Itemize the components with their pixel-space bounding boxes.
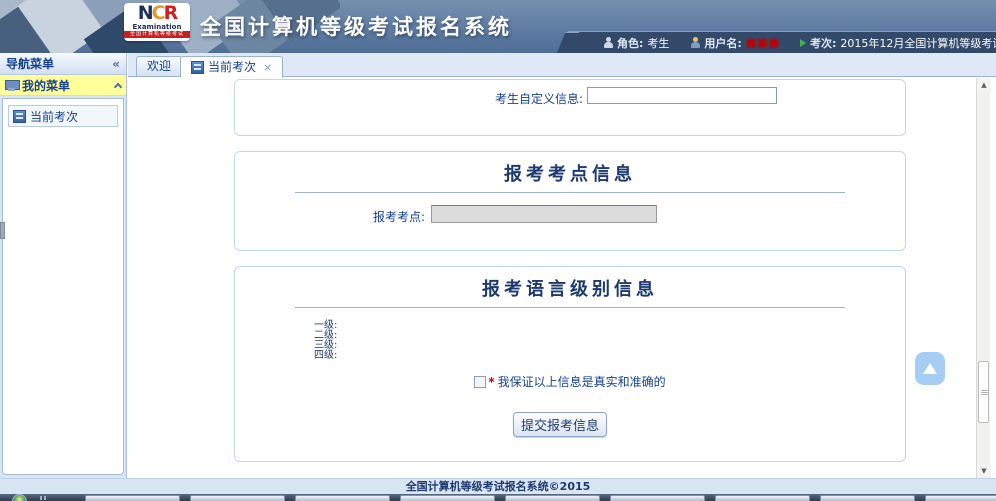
agreement-row: * 我保证以上信息是真实和准确的 [235, 373, 905, 390]
up-triangle-icon [923, 363, 937, 374]
quick-launch-icons[interactable] [40, 496, 48, 500]
sidebar-item-current-exam[interactable]: 当前考次 [8, 105, 118, 127]
role-person-icon [604, 37, 613, 48]
session-label: 考次: [810, 35, 836, 51]
exam-session-group: 考次: 2015年12月全国计算机等级考试 [800, 35, 996, 51]
scroll-down-arrow[interactable]: ▼ [977, 464, 991, 478]
taskbar-button[interactable] [400, 495, 495, 501]
monitor-icon [5, 80, 18, 91]
ncre-logo: NCR Examination 全国计算机等级考试 [124, 3, 190, 41]
section-divider [295, 192, 845, 193]
sidebar-panel: 当前考次 [2, 98, 124, 475]
section-language-levels: 报考语言级别信息 一级: 二级: 三级: 四级: * 我保证以上信息是真实和准确的… [234, 266, 906, 462]
submit-registration-button[interactable]: 提交报考信息 [513, 412, 607, 437]
language-levels-title: 报考语言级别信息 [235, 275, 905, 301]
taskbar-button[interactable] [85, 495, 180, 501]
windows-taskbar [0, 494, 996, 501]
tab-current-label: 当前考次 [208, 58, 256, 77]
calendar-doc-icon [13, 110, 26, 123]
start-orb-icon[interactable] [12, 494, 27, 501]
logo-ncr-text: NCR [124, 4, 190, 23]
navigation-sidebar: 导航菜单 « 我的菜单 当前考次 [0, 53, 127, 478]
footer-copyright: 全国计算机等级考试报名系统©2015 [0, 478, 996, 494]
section-divider [295, 307, 845, 308]
exam-site-input-disabled [431, 205, 657, 223]
user-person-icon [691, 37, 700, 48]
logo-red-strip: 全国计算机等级考试 [124, 31, 190, 38]
exam-site-label: 报考考点: [365, 208, 425, 225]
agreement-text: 我保证以上信息是真实和准确的 [498, 375, 666, 389]
role-value: 考生 [647, 35, 669, 51]
tab-close-icon[interactable]: × [263, 58, 272, 77]
level-row-4: 四级: [314, 351, 337, 361]
vertical-scrollbar[interactable]: ▲ ▼ [976, 78, 990, 478]
required-asterisk: * [488, 375, 494, 389]
role-group: 角色: 考生 [604, 35, 669, 51]
taskbar-button[interactable] [820, 495, 915, 501]
tab-welcome-label: 欢迎 [147, 57, 171, 76]
exam-site-title: 报考考点信息 [235, 160, 905, 186]
logo-subtitle: Examination [124, 23, 190, 31]
sidebar-item-label: 当前考次 [30, 108, 78, 125]
tab-bar: 欢迎 当前考次 × [128, 53, 996, 77]
taskbar-button[interactable] [505, 495, 600, 501]
agreement-checkbox[interactable] [474, 376, 486, 388]
panel-resize-grip[interactable] [0, 222, 5, 239]
username-group: 用户名: ■■■ [691, 35, 780, 51]
sidebar-header: 导航菜单 « [0, 53, 126, 75]
scroll-up-arrow[interactable]: ▲ [977, 78, 991, 92]
main-area: 欢迎 当前考次 × 考生自定义信息: 报考考点信息 报考考点: [128, 53, 996, 478]
taskbar-button[interactable] [610, 495, 705, 501]
session-value: 2015年12月全国计算机等级考试 [840, 35, 996, 51]
taskbar-button[interactable] [715, 495, 810, 501]
form-content: 考生自定义信息: 报考考点信息 报考考点: 报考语言级别信息 一级: 二级: 三… [128, 78, 996, 478]
user-status-bar: 角色: 考生 用户名: ■■■ 考次: 2015年12月全国计算机等级考试 退出 [568, 31, 996, 53]
taskbar-button[interactable] [925, 495, 996, 501]
section-custom-info: 考生自定义信息: [234, 79, 906, 136]
role-label: 角色: [617, 35, 643, 51]
back-to-top-button[interactable] [915, 352, 945, 385]
username-label: 用户名: [704, 35, 741, 51]
chevron-up-icon [114, 82, 122, 90]
green-arrow-icon [800, 39, 806, 47]
scrollbar-thumb[interactable] [978, 361, 989, 423]
ncre-registration-app: NCR Examination 全国计算机等级考试 全国计算机等级考试报名系统 … [0, 0, 996, 501]
tab-current-exam[interactable]: 当前考次 × [180, 56, 283, 78]
sidebar-collapse-button[interactable]: « [112, 57, 120, 71]
taskbar-button[interactable] [295, 495, 390, 501]
custom-info-label: 考生自定义信息: [495, 90, 583, 107]
level-list: 一级: 二级: 三级: 四级: [314, 321, 337, 361]
taskbar-button[interactable] [190, 495, 285, 501]
section-exam-site: 报考考点信息 报考考点: [234, 151, 906, 251]
sidebar-title: 导航菜单 [6, 55, 54, 72]
custom-info-input[interactable] [587, 87, 777, 104]
tab-doc-icon [191, 61, 204, 74]
username-value-redacted: ■■■ [746, 36, 780, 49]
sidebar-group-label: 我的菜单 [22, 77, 70, 94]
page-title: 全国计算机等级考试报名系统 [200, 11, 512, 41]
sidebar-group-my-menu[interactable]: 我的菜单 [0, 75, 126, 96]
tab-welcome[interactable]: 欢迎 [136, 56, 182, 77]
